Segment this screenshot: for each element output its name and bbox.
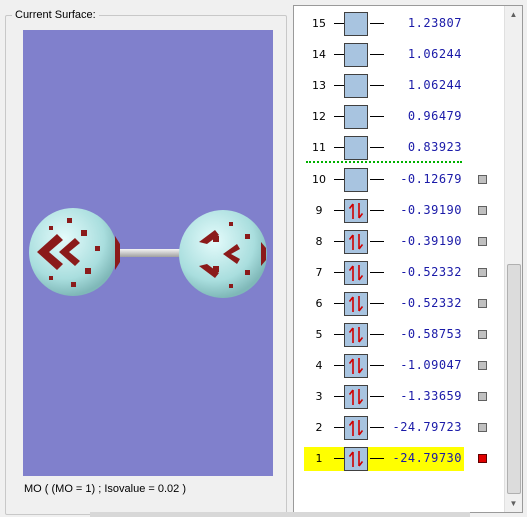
orbital-number: 15: [312, 17, 326, 30]
orbital-level-row[interactable]: 11 0.83923: [304, 135, 504, 161]
scrollbar-thumb[interactable]: [507, 264, 521, 494]
orbital-number: 1: [315, 452, 323, 465]
orbital-energy: -24.79730: [392, 451, 462, 465]
surface-toggle-box[interactable]: [478, 268, 487, 277]
orbital-level-row[interactable]: 5 -0.58753: [304, 322, 504, 348]
surface-toggle-box[interactable]: [478, 330, 487, 339]
orbital-energy: -0.52332: [400, 296, 462, 310]
orbital-energy: 1.06244: [407, 47, 462, 61]
orbital-level-row[interactable]: 15 1.23807: [304, 11, 504, 37]
orbital-energy: -0.52332: [400, 265, 462, 279]
orbital-level-row[interactable]: 1 -24.79730: [304, 446, 504, 472]
current-surface-caption: Current Surface:: [12, 9, 99, 21]
surface-toggle-box[interactable]: [478, 206, 487, 215]
level-line-left: [334, 241, 344, 242]
level-line-left: [334, 116, 344, 117]
atom-right: [179, 210, 267, 298]
orbital-energy: 0.83923: [407, 140, 462, 154]
molecule-render[interactable]: [23, 30, 273, 476]
orbital-level-row[interactable]: 14 1.06244: [304, 42, 504, 68]
level-line-left: [334, 85, 344, 86]
level-line-left: [334, 458, 344, 459]
orbital-number: 14: [312, 48, 326, 61]
orbital-level-row[interactable]: 6 -0.52332: [304, 291, 504, 317]
orbital-energy: 0.96479: [407, 109, 462, 123]
orbital-number: 8: [315, 235, 323, 248]
orbital-level-row[interactable]: 7 -0.52332: [304, 260, 504, 286]
level-line-left: [334, 396, 344, 397]
mo-energy-diagram[interactable]: 15 1.23807 14 1.06244 13 1.06244 12 0.96479 11 0.…: [293, 5, 523, 513]
orbital-number: 9: [315, 204, 323, 217]
orbital-level-row[interactable]: 4 -1.09047: [304, 353, 504, 379]
surface-toggle-box[interactable]: [478, 299, 487, 308]
level-line-left: [334, 365, 344, 366]
level-line-left: [334, 210, 344, 211]
level-line-left: [334, 23, 344, 24]
orbital-energy: -24.79723: [392, 420, 462, 434]
orbital-number: 7: [315, 266, 323, 279]
molecule-viewport[interactable]: [23, 30, 273, 476]
level-line-left: [334, 303, 344, 304]
surface-toggle-box[interactable]: [478, 237, 487, 246]
vertical-scrollbar[interactable]: ▲ ▼: [504, 6, 522, 512]
level-line-left: [334, 179, 344, 180]
atom-left: [29, 208, 120, 296]
orbital-energy: 1.23807: [407, 16, 462, 30]
orbital-number: 11: [312, 141, 326, 154]
orbital-number: 13: [312, 79, 326, 92]
level-line-left: [334, 427, 344, 428]
surface-toggle-box[interactable]: [478, 175, 487, 184]
orbital-energy: -1.33659: [400, 389, 462, 403]
orbital-energy: -0.39190: [400, 234, 462, 248]
level-line-left: [334, 54, 344, 55]
orbital-number: 12: [312, 110, 326, 123]
orbital-number: 5: [315, 328, 323, 341]
level-line-left: [334, 147, 344, 148]
homo-lumo-divider: [306, 161, 462, 163]
orbital-level-row[interactable]: 9 -0.39190: [304, 198, 504, 224]
orbital-energy: -0.12679: [400, 172, 462, 186]
orbital-level-row[interactable]: 3 -1.33659: [304, 384, 504, 410]
orbital-number: 10: [312, 173, 326, 186]
orbital-energy: -1.09047: [400, 358, 462, 372]
orbital-energy: 1.06244: [407, 78, 462, 92]
orbital-number: 6: [315, 297, 323, 310]
orbital-level-row[interactable]: 2 -24.79723: [304, 415, 504, 441]
orbital-level-row[interactable]: 8 -0.39190: [304, 229, 504, 255]
level-line-left: [334, 272, 344, 273]
orbital-level-list: 15 1.23807 14 1.06244 13 1.06244 12 0.96479 11 0.…: [294, 6, 505, 512]
orbital-number: 2: [315, 421, 323, 434]
scroll-down-arrow-icon[interactable]: ▼: [505, 495, 522, 512]
surface-toggle-box[interactable]: [478, 423, 487, 432]
bottom-scroll-edge: [90, 512, 470, 517]
orbital-level-row[interactable]: 12 0.96479: [304, 104, 504, 130]
scroll-up-arrow-icon[interactable]: ▲: [505, 6, 522, 23]
level-line-left: [334, 334, 344, 335]
orbital-number: 4: [315, 359, 323, 372]
orbital-energy: -0.58753: [400, 327, 462, 341]
orbital-number: 3: [315, 390, 323, 403]
orbital-level-row[interactable]: 13 1.06244: [304, 73, 504, 99]
orbital-level-row[interactable]: 10 -0.12679: [304, 167, 504, 193]
surface-toggle-box[interactable]: [478, 392, 487, 401]
orbital-energy: -0.39190: [400, 203, 462, 217]
surface-toggle-box[interactable]: [478, 361, 487, 370]
surface-selected-marker[interactable]: [478, 454, 487, 463]
surface-status-label: MO ( (MO = 1) ; Isovalue = 0.02 ): [24, 483, 186, 495]
